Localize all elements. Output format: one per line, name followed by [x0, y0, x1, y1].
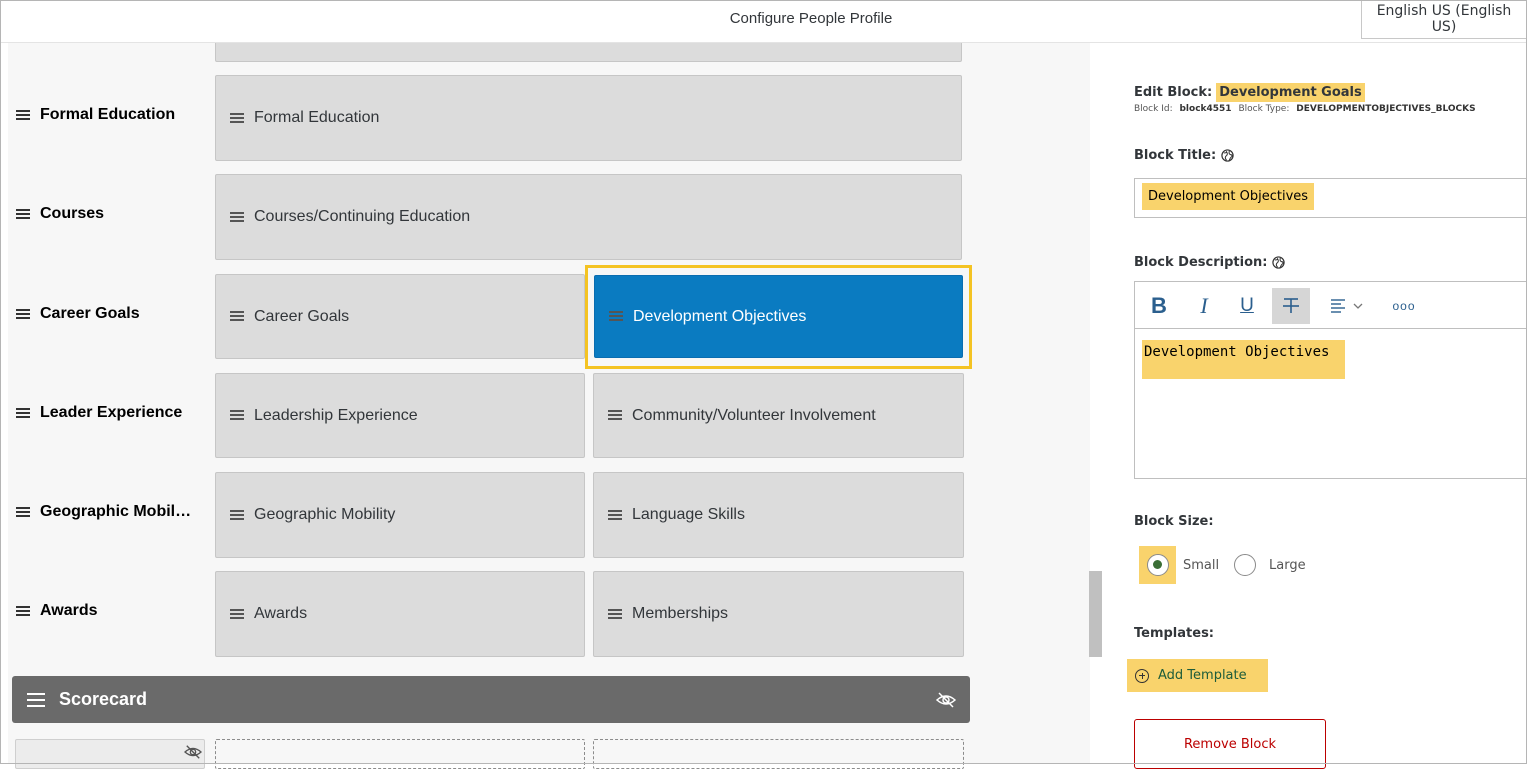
eye-slash-icon[interactable]: [936, 691, 956, 709]
empty-block-slot[interactable]: [215, 739, 585, 769]
hamburger-icon[interactable]: [230, 211, 244, 223]
hamburger-icon[interactable]: [230, 410, 244, 421]
block-career-goals[interactable]: Career Goals: [215, 274, 585, 359]
globe-icon[interactable]: [1272, 256, 1286, 269]
hamburger-icon[interactable]: [608, 410, 622, 421]
block-formal-education[interactable]: Formal Education: [215, 75, 962, 161]
block-partial-top[interactable]: [215, 43, 962, 62]
language-selector[interactable]: English US (English US): [1361, 0, 1526, 39]
hamburger-icon[interactable]: [16, 605, 30, 617]
row-label-career-goals[interactable]: Career Goals: [16, 305, 140, 323]
bold-button[interactable]: B: [1140, 288, 1178, 324]
strikethrough-icon: [1283, 298, 1299, 313]
block-description-value[interactable]: Development Objectives: [1142, 340, 1345, 379]
block-language-skills[interactable]: Language Skills: [593, 472, 964, 558]
rich-text-editor[interactable]: B I U ooo: [1134, 281, 1527, 479]
row-label-courses[interactable]: Courses: [16, 205, 104, 223]
radio-large-label[interactable]: Large: [1269, 558, 1306, 573]
add-circle-icon: [1135, 668, 1149, 683]
align-dropdown[interactable]: [1321, 288, 1371, 324]
scrollbar-thumb[interactable]: [1089, 571, 1102, 657]
row-label-geographic-mobility[interactable]: Geographic Mobil…: [16, 503, 191, 521]
block-awards[interactable]: Awards: [215, 571, 585, 657]
more-options-button[interactable]: ooo: [1385, 288, 1423, 324]
block-leadership-experience[interactable]: Leadership Experience: [215, 373, 585, 458]
hamburger-icon[interactable]: [16, 208, 30, 220]
empty-block-slot[interactable]: [593, 739, 964, 769]
radio-small[interactable]: [1147, 554, 1169, 576]
templates-label: Templates:: [1134, 626, 1215, 641]
hamburger-icon[interactable]: [230, 608, 244, 620]
scorecard-block[interactable]: [15, 739, 205, 769]
block-geographic-mobility[interactable]: Geographic Mobility: [215, 472, 585, 558]
align-left-icon: [1331, 299, 1345, 313]
hamburger-icon[interactable]: [230, 509, 244, 521]
hamburger-icon[interactable]: [230, 311, 244, 322]
block-memberships[interactable]: Memberships: [593, 571, 964, 657]
hamburger-icon[interactable]: [16, 506, 30, 518]
row-label-leader-experience[interactable]: Leader Experience: [16, 404, 182, 422]
chevron-down-icon: [1353, 303, 1363, 309]
block-title-label: Block Title:: [1134, 148, 1234, 163]
radio-large[interactable]: [1234, 554, 1256, 576]
hamburger-icon[interactable]: [16, 407, 30, 419]
hamburger-icon[interactable]: [16, 308, 30, 320]
hamburger-icon[interactable]: [608, 608, 622, 620]
hamburger-icon[interactable]: [27, 692, 45, 707]
block-community-volunteer[interactable]: Community/Volunteer Involvement: [593, 373, 964, 458]
underline-button[interactable]: U: [1228, 288, 1266, 324]
block-courses[interactable]: Courses/Continuing Education: [215, 174, 962, 260]
block-title-value[interactable]: Development Objectives: [1142, 183, 1315, 210]
edit-block-heading: Edit Block: Development Goals: [1134, 83, 1365, 102]
strikethrough-button[interactable]: [1272, 288, 1310, 324]
edit-block-name: Development Goals: [1216, 83, 1365, 102]
block-size-label: Block Size:: [1134, 514, 1214, 529]
rte-toolbar: B I U ooo: [1135, 282, 1527, 329]
block-meta: Block Id: block4551 Block Type: DEVELOPM…: [1134, 104, 1476, 114]
remove-block-button[interactable]: Remove Block: [1134, 719, 1326, 769]
hamburger-icon[interactable]: [16, 109, 30, 121]
hamburger-icon[interactable]: [608, 509, 622, 521]
radio-small-label[interactable]: Small: [1183, 558, 1219, 573]
hamburger-icon[interactable]: [609, 311, 623, 322]
add-template-button[interactable]: Add Template: [1127, 659, 1268, 692]
row-label-awards[interactable]: Awards: [16, 602, 98, 620]
block-development-objectives[interactable]: Development Objectives: [594, 275, 963, 358]
row-label-formal-education[interactable]: Formal Education: [16, 106, 175, 124]
eye-slash-icon[interactable]: [184, 744, 202, 760]
italic-button[interactable]: I: [1185, 288, 1223, 324]
globe-icon[interactable]: [1221, 149, 1234, 162]
page-title: Configure People Profile: [729, 10, 893, 27]
top-bar: Configure People Profile: [0, 0, 1527, 43]
block-description-label: Block Description:: [1134, 255, 1286, 270]
hamburger-icon[interactable]: [230, 112, 244, 124]
section-title: Scorecard: [59, 689, 148, 709]
section-scorecard[interactable]: Scorecard: [12, 676, 970, 723]
